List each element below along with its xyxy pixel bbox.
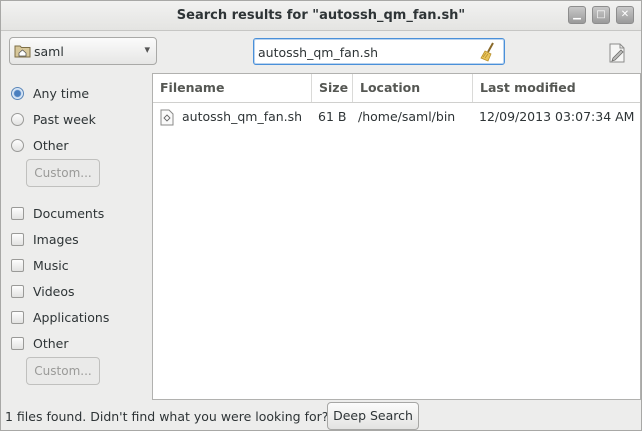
table-row[interactable]: autossh_qm_fan.sh 61 B /home/saml/bin 12…	[153, 104, 640, 130]
filter-sidebar: Any time Past week Other Custom... Docum…	[1, 73, 151, 399]
toolbar: saml ▾	[1, 32, 641, 72]
column-header-last-modified[interactable]: Last modified	[473, 74, 640, 102]
window-title: Search results for "autossh_qm_fan.sh"	[176, 8, 466, 23]
type-filter-label: Videos	[33, 284, 75, 299]
document-edit-icon[interactable]	[606, 42, 628, 64]
time-custom-button: Custom...	[26, 159, 100, 187]
radio-icon[interactable]	[11, 113, 24, 126]
radio-selected-icon[interactable]	[11, 87, 24, 100]
deep-search-button[interactable]: Deep Search	[327, 402, 419, 430]
type-filter-label: Other	[33, 336, 69, 351]
folder-home-icon	[14, 45, 31, 58]
checkbox-icon[interactable]	[11, 233, 24, 246]
column-header-size[interactable]: Size	[312, 74, 353, 102]
time-filter-label: Past week	[33, 112, 96, 127]
maximize-button[interactable]: □	[592, 6, 610, 24]
close-button[interactable]: ✕	[616, 6, 634, 24]
checkbox-icon[interactable]	[11, 337, 24, 350]
title-bar[interactable]: Search results for "autossh_qm_fan.sh" ▁…	[1, 1, 641, 31]
cell-location: /home/saml/bin	[358, 109, 456, 124]
time-filter-label: Other	[33, 138, 69, 153]
type-custom-button: Custom...	[26, 357, 100, 385]
type-filter-label: Documents	[33, 206, 105, 221]
script-file-icon	[160, 109, 174, 126]
minimize-button[interactable]: ▁	[568, 6, 586, 24]
chevron-down-icon: ▾	[144, 43, 150, 56]
type-filter-label: Images	[33, 232, 79, 247]
broom-icon[interactable]	[480, 42, 498, 62]
column-header-location[interactable]: Location	[353, 74, 473, 102]
results-table: Filename Size Location Last modified aut…	[152, 73, 641, 400]
search-window: Search results for "autossh_qm_fan.sh" ▁…	[0, 0, 642, 431]
column-header-filename[interactable]: Filename	[153, 74, 312, 102]
cell-filename: autossh_qm_fan.sh	[182, 109, 303, 124]
time-filter-label: Any time	[33, 86, 90, 101]
status-bar: 1 files found. Didn't find what you were…	[1, 401, 641, 431]
status-text: 1 files found. Didn't find what you were…	[5, 409, 329, 424]
cell-size: 61 B	[318, 109, 347, 124]
radio-icon[interactable]	[11, 139, 24, 152]
checkbox-icon[interactable]	[11, 285, 24, 298]
table-header: Filename Size Location Last modified	[153, 74, 640, 103]
location-label: saml	[34, 44, 64, 59]
checkbox-icon[interactable]	[11, 311, 24, 324]
cell-last-modified: 12/09/2013 03:07:34 AM	[479, 109, 635, 124]
location-combo[interactable]: saml ▾	[9, 37, 157, 65]
checkbox-icon[interactable]	[11, 259, 24, 272]
checkbox-icon[interactable]	[11, 207, 24, 220]
search-field[interactable]	[253, 38, 505, 65]
search-input[interactable]	[258, 43, 478, 61]
type-filter-label: Music	[33, 258, 69, 273]
type-filter-label: Applications	[33, 310, 110, 325]
